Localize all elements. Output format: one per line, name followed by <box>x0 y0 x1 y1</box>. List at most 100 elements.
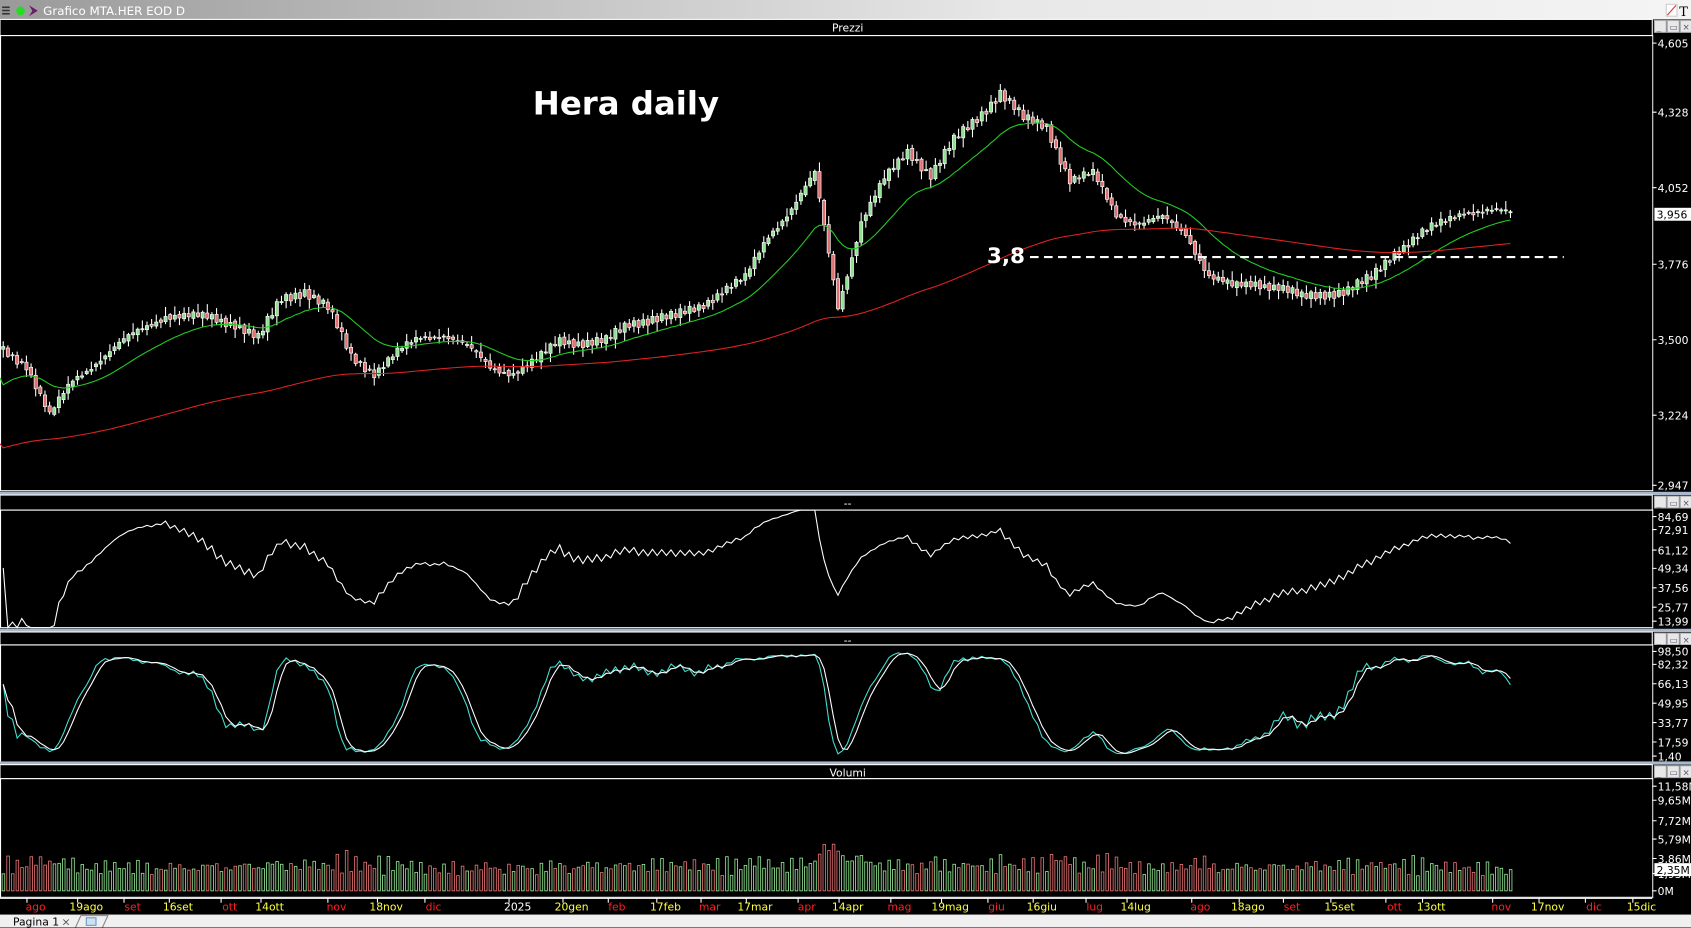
menu-icon[interactable] <box>2 6 10 15</box>
candle-body <box>1285 285 1290 293</box>
candle-body <box>223 317 228 328</box>
candle-body <box>1346 286 1351 295</box>
axis-tick-label: 4,328 <box>1658 106 1689 119</box>
candle-body <box>488 360 493 369</box>
candle-body <box>80 375 85 378</box>
candle-body <box>849 257 854 277</box>
date-label: lug <box>1086 900 1103 913</box>
candle-body <box>645 318 650 326</box>
candle-body <box>465 344 469 346</box>
axis-tick-label: 4,605 <box>1658 37 1689 50</box>
minimize-glyph: _ <box>1656 23 1662 33</box>
candle-body <box>497 366 502 374</box>
candle-body <box>1165 215 1170 220</box>
maximize-glyph: ▭ <box>1670 768 1678 778</box>
candle-body <box>1040 120 1044 129</box>
panel-header <box>0 764 1653 780</box>
candle-body <box>1415 237 1420 240</box>
candle-body <box>312 294 316 298</box>
candle-body <box>284 294 289 302</box>
panel-minimize-button[interactable]: _ <box>1653 765 1667 779</box>
date-label: ott <box>222 900 237 913</box>
panel-maximize-button[interactable]: ▭ <box>1666 495 1680 509</box>
close-glyph: × <box>1682 768 1689 778</box>
candle-body <box>669 311 673 320</box>
panel-maximize-button[interactable]: ▭ <box>1666 765 1680 779</box>
candle-body <box>1485 208 1490 212</box>
axis-tick-label: 82,32 <box>1658 659 1689 672</box>
candle-body <box>418 338 423 340</box>
candle-body <box>1109 197 1114 206</box>
candle-body <box>650 315 655 324</box>
candle-body <box>414 337 418 343</box>
candle-body <box>1077 177 1082 180</box>
candle-body <box>1063 161 1068 170</box>
candle-body <box>622 322 627 333</box>
text-tool-icon[interactable]: T <box>1679 5 1688 20</box>
candle-body <box>24 361 29 371</box>
candle-body <box>149 323 154 327</box>
candle-body <box>859 221 864 243</box>
candle-body <box>928 168 933 180</box>
panel-minimize-button[interactable]: _ <box>1653 495 1667 509</box>
panel-close-button[interactable]: × <box>1679 632 1691 646</box>
draw-line-tool-icon[interactable] <box>1665 3 1678 17</box>
axis-tick-label: 33,77 <box>1658 717 1689 730</box>
candle-body <box>1374 267 1378 280</box>
maximize-glyph: ▭ <box>1670 23 1678 33</box>
close-glyph: × <box>1682 499 1689 509</box>
candle-body <box>10 354 15 357</box>
candle-body <box>1295 288 1300 297</box>
candle-body <box>822 200 827 226</box>
candle-body <box>478 351 483 358</box>
panel-title: Prezzi <box>832 21 863 34</box>
date-label: 13ott <box>1417 900 1446 913</box>
candle-body <box>1434 224 1439 227</box>
candle-body <box>66 383 71 394</box>
candle-body <box>724 285 729 293</box>
candle-body <box>288 294 293 302</box>
axis-tick-label: 1,40 <box>1658 750 1682 763</box>
candle-body <box>761 242 766 253</box>
status-dot-icon <box>16 6 25 16</box>
candle-body <box>367 368 372 371</box>
panel-header <box>0 631 1653 646</box>
candle-body <box>1086 174 1091 176</box>
panel-close-button[interactable]: × <box>1679 765 1691 779</box>
candle-body <box>1508 211 1513 214</box>
panel-minimize-button[interactable]: _ <box>1653 19 1667 33</box>
panel-maximize-button[interactable]: ▭ <box>1666 19 1680 33</box>
candle-body <box>70 380 75 387</box>
candle-body <box>970 119 975 130</box>
maximize-glyph: ▭ <box>1670 636 1678 646</box>
candle-body <box>353 353 358 364</box>
candle-body <box>386 357 391 367</box>
panel-close-button[interactable]: × <box>1679 19 1691 33</box>
axis-tick-label: 66,13 <box>1658 678 1689 691</box>
candle-body <box>678 308 683 318</box>
candle-body <box>330 309 335 313</box>
tab-close-icon[interactable]: × <box>61 915 70 927</box>
candle-body <box>117 341 122 349</box>
tab-pagina-1[interactable]: Pagina 1 × <box>13 915 71 927</box>
candle-body <box>363 362 367 373</box>
candle-body <box>613 328 618 340</box>
candle-body <box>989 101 993 113</box>
panel-maximize-button[interactable]: ▭ <box>1666 632 1680 646</box>
candle-body <box>441 335 446 338</box>
candle-body <box>1146 219 1151 223</box>
candle-body <box>1049 124 1054 143</box>
candle-body <box>687 305 692 314</box>
panel-rsi: -- _ ▭ × 84,6972,91 61,12 49,34 37,56 25,7713,99 <box>0 491 1691 630</box>
panel-header <box>0 18 1653 37</box>
panel-close-button[interactable]: × <box>1679 495 1691 509</box>
window-title: Grafico MTA.HER EOD D <box>43 4 185 18</box>
date-label: feb <box>608 900 625 913</box>
candle-body <box>56 396 61 408</box>
panel-minimize-button[interactable]: _ <box>1653 632 1667 646</box>
candle-body <box>766 237 771 244</box>
candle-body <box>121 338 126 343</box>
candle-body <box>437 337 442 339</box>
axis-tick-label: 3,500 <box>1658 334 1689 347</box>
candle-body <box>293 292 298 300</box>
